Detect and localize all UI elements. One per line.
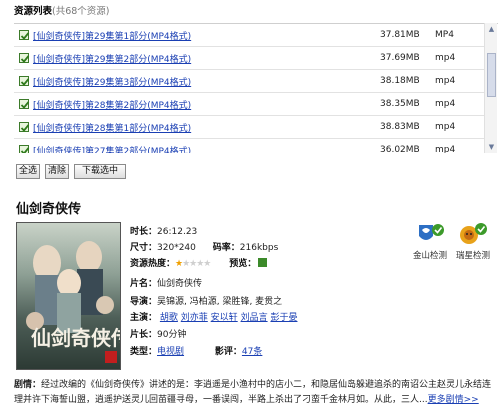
resource-checkbox[interactable] (19, 76, 30, 86)
resource-link[interactable]: [仙剑奇侠传]第29集第2部分(MP4格式) (33, 52, 191, 65)
resource-list-title: 资源列表(共68个资源) (14, 3, 110, 17)
cast-link[interactable]: 安以轩 (211, 313, 238, 323)
bitrate-value: 216kbps (239, 243, 279, 253)
info-heat: 资源热度：★★★★★ 预览： (130, 256, 268, 269)
ruixing-check-badge[interactable]: 瑞星检测 (451, 222, 495, 262)
info-duration: 时长：26:12.23 (130, 227, 198, 237)
resource-row[interactable]: [仙剑奇侠传]第28集第2部分(MP4格式) 38.35MB mp4 (14, 93, 484, 116)
resource-size: 38.83MB (380, 122, 420, 132)
resource-size: 38.18MB (380, 76, 420, 86)
cast-link[interactable]: 彭于晏 (270, 313, 297, 323)
resource-checkbox[interactable] (19, 145, 30, 153)
ruixing-lion-icon (460, 223, 487, 244)
info-size: 尺寸：320*240 码率：216kbps (130, 243, 279, 253)
cast-link[interactable]: 刘品言 (241, 313, 268, 323)
resource-link[interactable]: [仙剑奇侠传]第28集第2部分(MP4格式) (33, 98, 191, 111)
checkmark-icon (20, 55, 30, 63)
movie-poster[interactable]: 仙剑奇侠传 (16, 222, 121, 370)
info-cast: 主演： 胡歌 刘亦菲 安以轩 刘品言 彭于晏 (130, 313, 298, 323)
resource-format: mp4 (435, 76, 456, 86)
resource-row[interactable]: [仙剑奇侠传]第29集第2部分(MP4格式) 37.69MB mp4 (14, 47, 484, 70)
jinshan-check-badge[interactable]: 金山检测 (408, 222, 452, 262)
plot-summary: 剧情：经过改编的《仙剑奇侠传》讲述的是：李逍遥是小渔村中的店小二，和隐居仙岛躲避… (14, 378, 494, 408)
resource-size: 37.81MB (380, 30, 420, 40)
resource-link[interactable]: [仙剑奇侠传]第28集第1部分(MP4格式) (33, 121, 191, 134)
resource-list-scrollbar[interactable]: ▲ ▼ (484, 23, 497, 153)
resource-format: mp4 (435, 53, 456, 63)
resource-link[interactable]: [仙剑奇侠传]第29集第3部分(MP4格式) (33, 75, 191, 88)
resource-list-heading: 资源列表 (14, 6, 53, 17)
size-value: 320*240 (157, 243, 196, 253)
checkmark-icon (20, 147, 30, 153)
summary-text: 经过改编的《仙剑奇侠传》讲述的是：李逍遥是小渔村中的店小二，和隐居仙岛躲避追杀的… (14, 380, 492, 405)
scroll-thumb[interactable] (487, 53, 496, 97)
type-link[interactable]: 电视剧 (157, 347, 184, 357)
resource-format: MP4 (435, 30, 454, 40)
resource-row[interactable]: [仙剑奇侠传]第29集第3部分(MP4格式) 38.18MB mp4 (14, 70, 484, 93)
jinshan-shield-icon (419, 224, 444, 240)
select-all-button[interactable]: 全选 (16, 164, 40, 179)
checkmark-icon (20, 78, 30, 86)
info-length: 片长：90分钟 (130, 330, 187, 340)
resource-format: mp4 (435, 145, 456, 153)
checkmark-icon (20, 124, 30, 132)
name-value: 仙剑奇侠传 (157, 279, 203, 289)
summary-label: 剧情： (14, 380, 42, 390)
resource-link[interactable]: [仙剑奇侠传]第27集第2部分(MP4格式) (33, 144, 191, 153)
resource-format: mp4 (435, 99, 456, 109)
ruixing-label: 瑞星检测 (455, 251, 490, 261)
info-director: 导演：吴锦源, 冯柏源, 梁胜锋, 麦贯之 (130, 297, 283, 307)
info-name: 片名：仙剑奇侠传 (130, 279, 203, 289)
download-selected-button[interactable]: 下载选中 (74, 164, 126, 179)
scroll-up-icon[interactable]: ▲ (487, 25, 496, 33)
resource-size: 37.69MB (380, 53, 420, 63)
resource-checkbox[interactable] (19, 122, 30, 132)
more-plot-link[interactable]: 更多剧情>> (428, 395, 479, 405)
checkmark-icon (20, 32, 30, 40)
heat-stars-icon: ★★★★★ (175, 259, 211, 269)
director-value: 吴锦源, 冯柏源, 梁胜锋, 麦贯之 (157, 297, 283, 307)
resource-checkbox[interactable] (19, 99, 30, 109)
resource-checkbox[interactable] (19, 30, 30, 40)
resource-row[interactable]: [仙剑奇侠传]第29集第1部分(MP4格式) 37.81MB MP4 (14, 24, 484, 47)
jinshan-label: 金山检测 (412, 251, 447, 261)
cast-link[interactable]: 胡歌 (160, 313, 178, 323)
preview-icon[interactable] (258, 258, 268, 267)
checkmark-icon (20, 101, 30, 109)
resource-count: (共68个资源) (52, 6, 110, 17)
poster-calligraphy: 仙剑奇侠传 (31, 326, 121, 350)
resource-format: mp4 (435, 122, 456, 132)
clear-button[interactable]: 清除 (45, 164, 69, 179)
scroll-down-icon[interactable]: ▼ (487, 143, 496, 151)
cast-link[interactable]: 刘亦菲 (181, 313, 208, 323)
resource-size: 38.35MB (380, 99, 420, 109)
info-type: 类型：电视剧 影评：47条 (130, 347, 263, 357)
resource-checkbox[interactable] (19, 53, 30, 63)
resource-row[interactable]: [仙剑奇侠传]第27集第2部分(MP4格式) 36.02MB mp4 (14, 139, 484, 153)
review-link[interactable]: 47条 (242, 347, 262, 357)
duration-value: 26:12.23 (157, 227, 198, 237)
resource-link[interactable]: [仙剑奇侠传]第29集第1部分(MP4格式) (33, 29, 191, 42)
poster-art-icon: 仙剑奇侠传 (26, 241, 121, 363)
movie-title: 仙剑奇侠传 (16, 202, 82, 217)
length-value: 90分钟 (157, 330, 187, 340)
resource-row[interactable]: [仙剑奇侠传]第28集第1部分(MP4格式) 38.83MB mp4 (14, 116, 484, 139)
resource-size: 36.02MB (380, 145, 420, 153)
resource-list: [仙剑奇侠传]第29集第1部分(MP4格式) 37.81MB MP4 [仙剑奇侠传]第… (14, 23, 498, 153)
